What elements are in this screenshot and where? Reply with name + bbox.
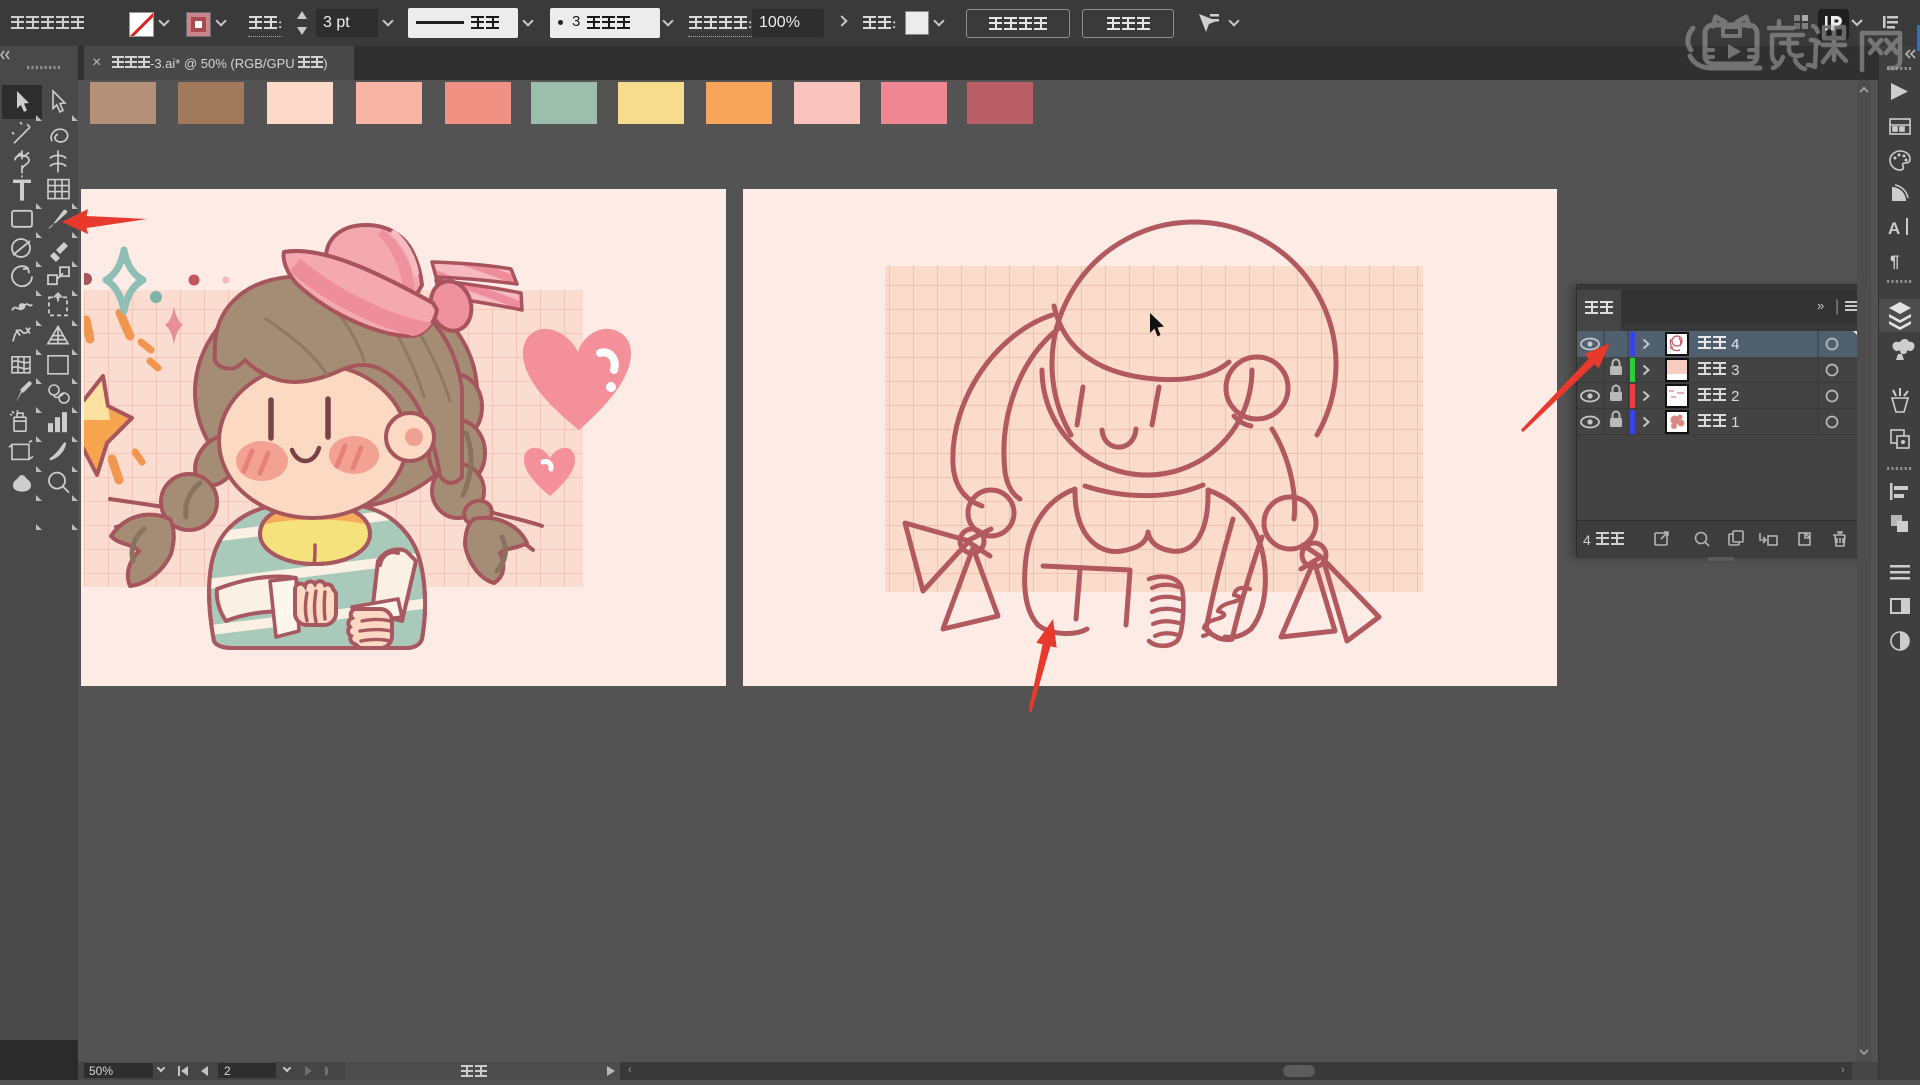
svg-text:A: A: [1888, 219, 1900, 238]
svg-text:¶: ¶: [1890, 252, 1899, 271]
